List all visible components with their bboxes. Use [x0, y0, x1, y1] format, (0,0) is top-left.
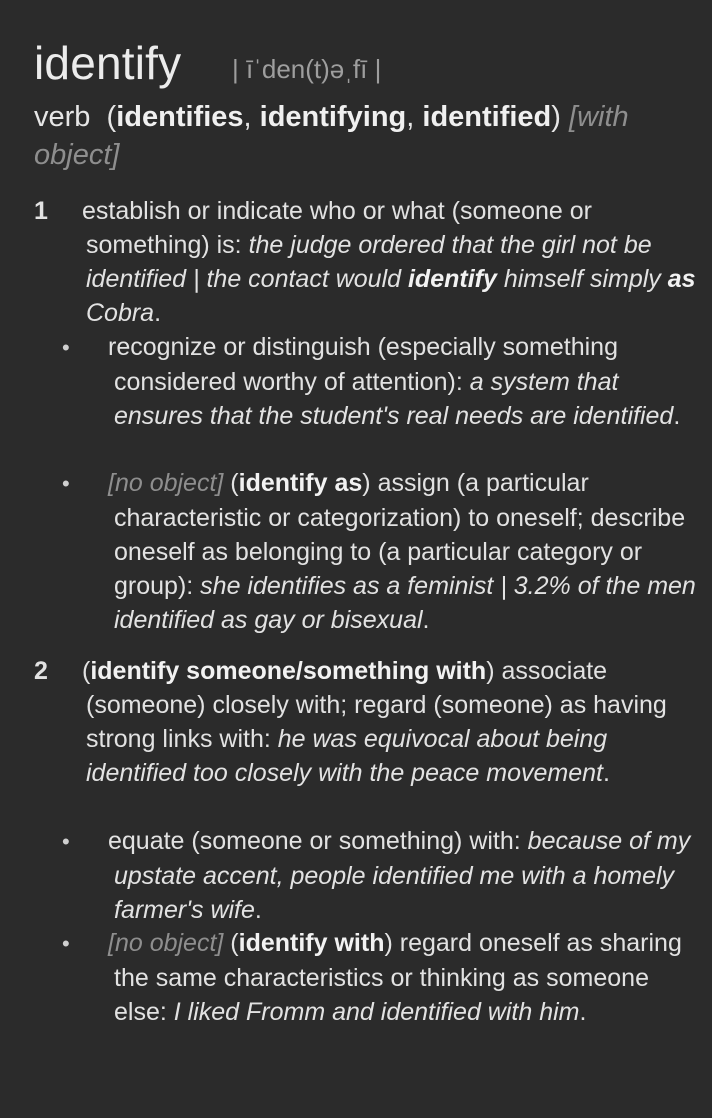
- part-of-speech-line: verb (identifies, identifying, identifie…: [34, 101, 629, 171]
- headword: identify: [34, 37, 182, 89]
- forms-close: ): [551, 101, 561, 133]
- sense-number: 2: [34, 657, 48, 685]
- example-separator: |: [186, 265, 207, 293]
- subsense-1-2: • [no object] (identify as) assign (a par…: [62, 469, 696, 634]
- sense-end: .: [602, 759, 610, 787]
- inflection-3: identified: [422, 101, 552, 133]
- bullet-icon: •: [62, 931, 70, 956]
- bullet-icon: •: [62, 471, 70, 496]
- bullet-icon: •: [62, 829, 70, 854]
- example: Cobra: [86, 299, 155, 327]
- subsense-end: .: [579, 998, 587, 1026]
- bullet-icon: •: [62, 335, 70, 360]
- example-keyword: identify: [407, 265, 497, 293]
- subsense-end: .: [254, 896, 262, 924]
- subsense-end: .: [422, 606, 430, 634]
- example: himself simply: [496, 265, 668, 293]
- sense-end: .: [154, 299, 162, 327]
- sense-2: 2 (identify someone/something with) assoc…: [34, 654, 700, 790]
- sense-number: 1: [34, 197, 48, 225]
- grammar-note: [no object]: [108, 929, 224, 957]
- subsense-2-2: • [no object] (identify with) regard ones…: [62, 929, 682, 1026]
- subsense-2-1: • equate (someone or something) with: bec…: [62, 824, 702, 927]
- phrase: identify with: [238, 929, 385, 957]
- part-of-speech: verb: [34, 101, 91, 133]
- example: the contact would: [206, 265, 408, 293]
- subsense-1-1: • recognize or distinguish (especially so…: [62, 330, 702, 433]
- example-keyword: as: [667, 265, 696, 293]
- example-separator: |: [493, 572, 514, 600]
- grammar-note: [no object]: [108, 469, 224, 497]
- subsense-definition: equate (someone or something) with:: [108, 827, 528, 855]
- phrase: identify someone/something with: [90, 657, 487, 685]
- inflection-2: identifying: [259, 101, 407, 133]
- example: I liked Fromm and identified with him: [173, 998, 580, 1026]
- inflection-1: identifies: [116, 101, 244, 133]
- dictionary-entry: identify | īˈden(t)əˌfī | verb (identifi…: [0, 0, 712, 1118]
- sense-1: 1 establish or indicate who or what (some…: [34, 194, 700, 330]
- subsense-end: .: [673, 402, 681, 430]
- example: she identifies as a feminist: [200, 572, 494, 600]
- forms-open: (: [106, 101, 117, 133]
- pronunciation: | īˈden(t)əˌfī |: [232, 54, 382, 84]
- headword-row: identify | īˈden(t)əˌfī |: [0, 18, 712, 90]
- phrase: identify as: [238, 469, 363, 497]
